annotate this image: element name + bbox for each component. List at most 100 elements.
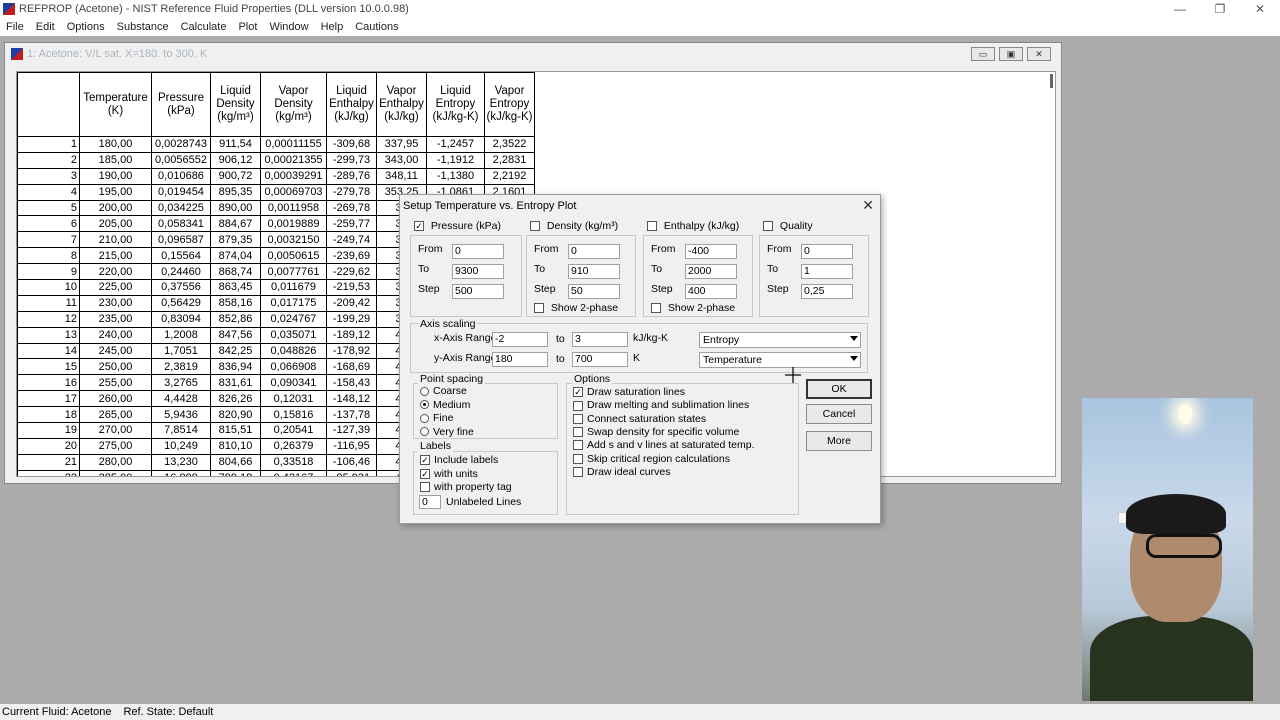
table-cell[interactable]: 0,0028743	[151, 136, 211, 153]
table-cell[interactable]: 0,048826	[260, 342, 327, 360]
table-cell[interactable]: -269,78	[326, 199, 377, 217]
restore-icon[interactable]: ❐	[1200, 0, 1240, 18]
table-cell[interactable]: 285,00	[79, 469, 152, 476]
table-cell[interactable]: 0,011679	[260, 279, 327, 296]
vertical-scrollbar[interactable]	[1050, 74, 1053, 88]
enthalpy-step-input[interactable]: 400	[685, 284, 737, 299]
row-number[interactable]: 7	[17, 231, 80, 249]
table-cell[interactable]: 260,00	[79, 390, 152, 408]
table-cell[interactable]: 799,18	[210, 469, 261, 476]
enthalpy-from-input[interactable]: -400	[685, 244, 737, 259]
table-cell[interactable]: 0,33518	[260, 453, 327, 471]
table-row[interactable]: 1 180,00 0,0028743 911,54 0,00011155 -309,68 3…	[17, 136, 535, 153]
table-cell[interactable]: 185,00	[79, 151, 152, 169]
menu-file[interactable]: File	[0, 21, 30, 33]
density-from-input[interactable]: 0	[568, 244, 620, 259]
table-cell[interactable]: -178,92	[326, 342, 377, 360]
menu-calculate[interactable]: Calculate	[175, 21, 233, 33]
spacing-option[interactable]: Fine	[420, 412, 453, 424]
table-cell[interactable]: 195,00	[79, 183, 152, 201]
table-cell[interactable]: 0,20541	[260, 422, 327, 439]
table-cell[interactable]: -116,95	[326, 437, 377, 455]
table-cell[interactable]: -309,68	[326, 136, 377, 153]
table-cell[interactable]: 1,2008	[151, 326, 211, 344]
enthalpy-show-2phase-toggle[interactable]: Show 2-phase	[651, 302, 735, 314]
table-cell[interactable]: 0,035071	[260, 326, 327, 344]
table-cell[interactable]: 0,0019889	[260, 215, 327, 233]
menu-substance[interactable]: Substance	[111, 21, 175, 33]
row-number[interactable]: 10	[17, 279, 80, 296]
table-cell[interactable]: 0,00069703	[260, 183, 327, 201]
table-cell[interactable]: 868,74	[210, 263, 261, 281]
child-minimize-icon[interactable]: ▭	[971, 47, 995, 61]
table-cell[interactable]: 235,00	[79, 310, 152, 328]
table-cell[interactable]: 190,00	[79, 167, 152, 185]
table-cell[interactable]: 200,00	[79, 199, 152, 217]
table-cell[interactable]: 0,00039291	[260, 167, 327, 185]
pressure-to-input[interactable]: 9300	[452, 264, 504, 279]
table-cell[interactable]: 0,83094	[151, 310, 211, 328]
table-cell[interactable]: 210,00	[79, 231, 152, 249]
plot-option[interactable]: Draw ideal curves	[573, 466, 670, 478]
table-cell[interactable]: 879,35	[210, 231, 261, 249]
row-number[interactable]: 5	[17, 199, 80, 217]
pressure-step-input[interactable]: 500	[452, 284, 504, 299]
quality-isoline-toggle[interactable]: Quality	[763, 220, 813, 232]
minimize-icon[interactable]: —	[1160, 0, 1200, 18]
table-cell[interactable]: 215,00	[79, 247, 152, 265]
row-number[interactable]: 22	[17, 469, 80, 476]
table-cell[interactable]: 2,2192	[484, 167, 535, 185]
table-row[interactable]: 2 185,00 0,0056552 906,12 0,00021355 -299,73 3…	[17, 151, 535, 169]
table-cell[interactable]: 0,56429	[151, 294, 211, 312]
table-cell[interactable]: 0,019454	[151, 183, 211, 201]
plot-option[interactable]: Draw melting and sublimation lines	[573, 399, 749, 411]
plot-option[interactable]: Skip critical region calculations	[573, 453, 730, 465]
table-cell[interactable]: 847,56	[210, 326, 261, 344]
menu-options[interactable]: Options	[61, 21, 111, 33]
table-cell[interactable]: 245,00	[79, 342, 152, 360]
table-cell[interactable]: 0,096587	[151, 231, 211, 249]
density-to-input[interactable]: 910	[568, 264, 620, 279]
y-axis-from-input[interactable]: 180	[492, 352, 548, 367]
table-cell[interactable]: -259,77	[326, 215, 377, 233]
table-cell[interactable]: 13,230	[151, 453, 211, 471]
table-cell[interactable]: 0,0032150	[260, 231, 327, 249]
cancel-button[interactable]: Cancel	[806, 404, 872, 424]
table-cell[interactable]: 265,00	[79, 406, 152, 424]
table-cell[interactable]: 0,00011155	[260, 136, 327, 153]
row-number[interactable]: 9	[17, 263, 80, 281]
table-cell[interactable]: 0,15564	[151, 247, 211, 265]
row-number[interactable]: 14	[17, 342, 80, 360]
table-cell[interactable]: 0,090341	[260, 374, 327, 392]
x-axis-property-select[interactable]: Entropy	[699, 332, 861, 348]
spacing-option[interactable]: Medium	[420, 399, 470, 411]
table-cell[interactable]: 220,00	[79, 263, 152, 281]
child-close-icon[interactable]: ✕	[1027, 47, 1051, 61]
menu-plot[interactable]: Plot	[232, 21, 263, 33]
table-cell[interactable]: -299,73	[326, 151, 377, 169]
density-step-input[interactable]: 50	[568, 284, 620, 299]
table-cell[interactable]: -127,39	[326, 422, 377, 439]
x-axis-from-input[interactable]: -2	[492, 332, 548, 347]
y-axis-property-select[interactable]: Temperature	[699, 352, 861, 368]
table-cell[interactable]: 2,3522	[484, 136, 535, 153]
table-cell[interactable]: 831,61	[210, 374, 261, 392]
table-cell[interactable]: 270,00	[79, 422, 152, 439]
table-cell[interactable]: 180,00	[79, 136, 152, 153]
table-cell[interactable]: 810,10	[210, 437, 261, 455]
row-number[interactable]: 8	[17, 247, 80, 265]
ok-button[interactable]: OK	[806, 379, 872, 399]
table-cell[interactable]: 0,26379	[260, 437, 327, 455]
pressure-from-input[interactable]: 0	[452, 244, 504, 259]
y-axis-to-input[interactable]: 700	[572, 352, 628, 367]
table-cell[interactable]: 205,00	[79, 215, 152, 233]
table-cell[interactable]: -1,1912	[426, 151, 485, 169]
row-number[interactable]: 17	[17, 390, 80, 408]
table-cell[interactable]: 0,00021355	[260, 151, 327, 169]
density-isoline-toggle[interactable]: Density (kg/m³)	[530, 220, 618, 232]
enthalpy-isoline-toggle[interactable]: Enthalpy (kJ/kg)	[647, 220, 739, 232]
table-cell[interactable]: 874,04	[210, 247, 261, 265]
table-cell[interactable]: -1,1380	[426, 167, 485, 185]
menu-cautions[interactable]: Cautions	[349, 21, 404, 33]
row-number[interactable]: 2	[17, 151, 80, 169]
